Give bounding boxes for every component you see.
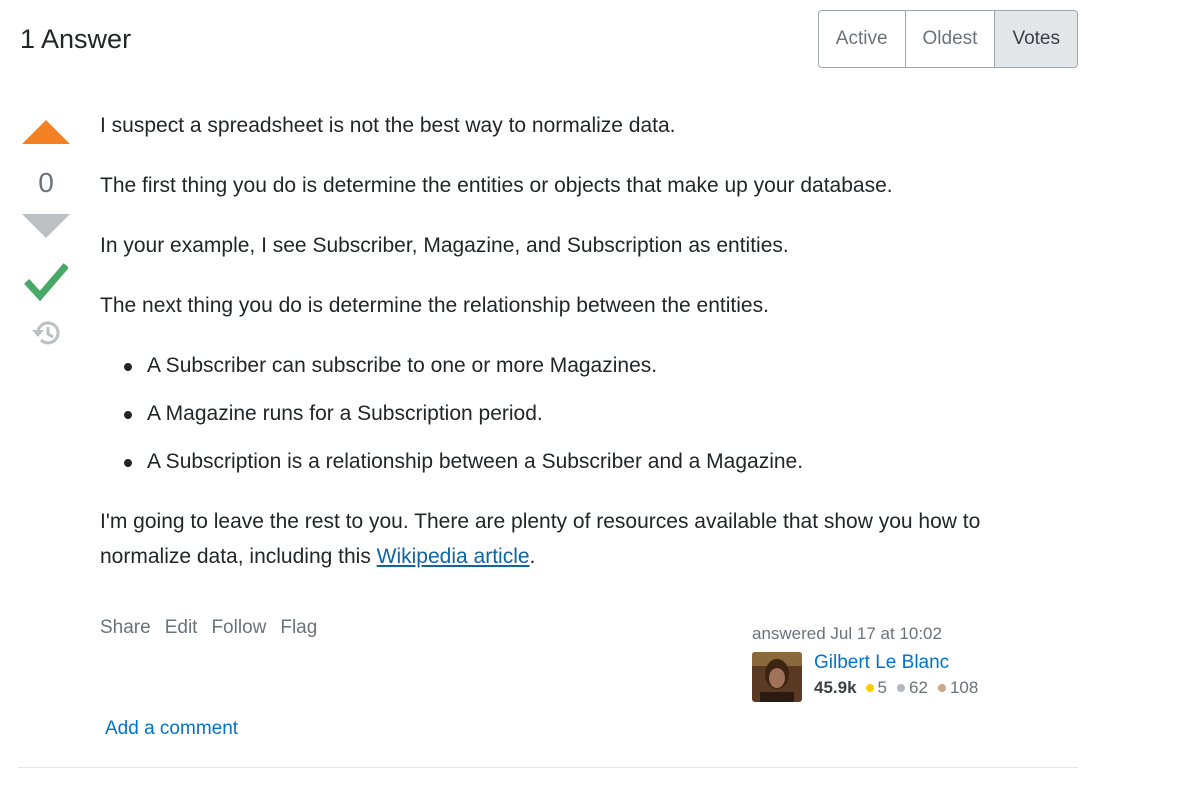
list-item: A Subscriber can subscribe to one or mor… xyxy=(124,348,1060,383)
vote-cell: 0 xyxy=(20,116,72,348)
divider xyxy=(18,767,1078,768)
closing-paragraph: I'm going to leave the rest to you. Ther… xyxy=(100,504,1060,574)
closing-text: I'm going to leave the rest to you. Ther… xyxy=(100,510,981,568)
user-name-link[interactable]: Gilbert Le Blanc xyxy=(814,652,988,674)
user-signature: answered Jul 17 at 10:02 Gilbert Le Blan… xyxy=(752,624,1052,702)
bronze-badge: 108 xyxy=(937,678,979,698)
answered-timestamp: answered Jul 17 at 10:02 xyxy=(752,624,942,643)
bronze-badge-icon xyxy=(937,684,946,692)
reputation-score: 45.9k xyxy=(814,678,857,697)
bronze-badge-count: 108 xyxy=(949,678,979,697)
list-item: A Subscription is a relationship between… xyxy=(124,444,1060,479)
follow-link[interactable]: Follow xyxy=(211,617,266,639)
flag-link[interactable]: Flag xyxy=(280,617,317,639)
post-menu: Share Edit Follow Flag xyxy=(100,617,317,639)
list-item: A Magazine runs for a Subscription perio… xyxy=(124,396,1060,431)
reputation-line: 45.9k 5 62 108 xyxy=(814,678,988,698)
wikipedia-link[interactable]: Wikipedia article xyxy=(377,545,530,568)
gold-badge-icon xyxy=(865,684,874,692)
upvote-arrow-icon[interactable] xyxy=(20,116,72,146)
history-icon[interactable] xyxy=(30,318,62,348)
gold-badge-count: 5 xyxy=(877,678,888,697)
answer-count: 1 Answer xyxy=(20,24,132,54)
vote-count: 0 xyxy=(38,167,54,198)
sort-votes-button[interactable]: Votes xyxy=(995,11,1077,67)
answer-paragraph: I suspect a spreadsheet is not the best … xyxy=(100,114,676,137)
sort-oldest-button[interactable]: Oldest xyxy=(905,11,996,67)
user-info: Gilbert Le Blanc 45.9k 5 62 108 xyxy=(752,652,1052,702)
sort-active-button[interactable]: Active xyxy=(818,11,906,67)
answer-paragraph: The first thing you do is determine the … xyxy=(100,174,893,197)
edit-link[interactable]: Edit xyxy=(165,617,198,639)
silver-badge-icon xyxy=(897,684,906,692)
add-comment-link[interactable]: Add a comment xyxy=(105,718,238,740)
answer-paragraph: In your example, I see Subscriber, Magaz… xyxy=(100,234,789,257)
relationship-list: A Subscriber can subscribe to one or mor… xyxy=(124,348,1060,479)
accepted-check-icon xyxy=(24,263,68,302)
user-details: Gilbert Le Blanc 45.9k 5 62 108 xyxy=(814,652,988,702)
answers-header: 1 Answer Active Oldest Votes xyxy=(20,10,1078,70)
share-link[interactable]: Share xyxy=(100,617,151,639)
avatar[interactable] xyxy=(752,652,802,702)
closing-period: . xyxy=(529,545,536,568)
downvote-arrow-icon[interactable] xyxy=(20,212,72,240)
answer-body: I suspect a spreadsheet is not the best … xyxy=(100,108,1060,599)
answer-paragraph: The next thing you do is determine the r… xyxy=(100,294,769,317)
sort-tabs: Active Oldest Votes xyxy=(817,10,1078,68)
gold-badge: 5 xyxy=(865,678,888,698)
silver-badge: 62 xyxy=(897,678,928,698)
silver-badge-count: 62 xyxy=(909,678,928,697)
